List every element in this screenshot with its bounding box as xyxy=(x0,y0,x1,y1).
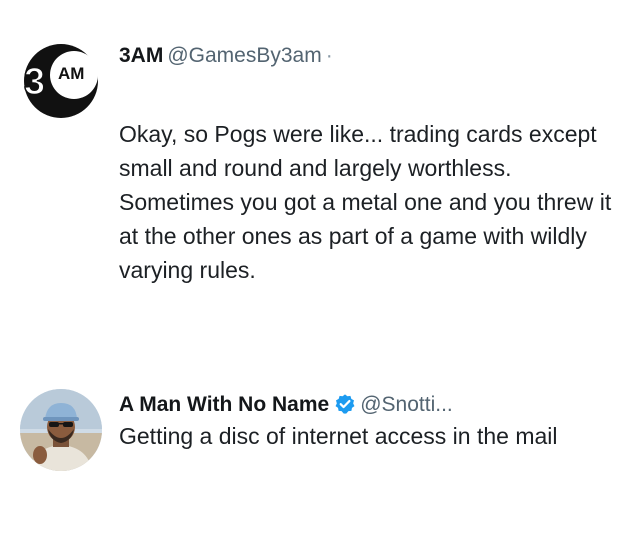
separator-dot: · xyxy=(325,44,333,67)
display-name[interactable]: 3AM xyxy=(119,44,163,67)
svg-text:AM: AM xyxy=(58,64,84,83)
display-name[interactable]: A Man With No Name xyxy=(119,393,329,416)
avatar[interactable] xyxy=(20,389,102,471)
tweet-text: Getting a disc of internet access in the… xyxy=(119,423,558,449)
user-photo-icon xyxy=(20,389,102,471)
avatar[interactable]: 3 AM xyxy=(22,42,100,120)
user-handle[interactable]: @GamesBy3am xyxy=(167,44,321,67)
tweet-text: Okay, so Pogs were like... trading cards… xyxy=(119,121,612,283)
tweet[interactable]: 3 AM 3AM @GamesBy3am · Okay, so Pogs were … xyxy=(0,0,640,330)
svg-text:3: 3 xyxy=(24,61,45,103)
3am-logo-icon: 3 AM xyxy=(23,44,98,118)
tweet-header: A Man With No Name @Snotti... xyxy=(119,392,453,418)
tweet-header: 3AM @GamesBy3am · xyxy=(119,43,333,69)
user-handle[interactable]: @Snotti... xyxy=(360,393,453,416)
verified-badge-icon xyxy=(335,394,355,414)
tweet[interactable]: A Man With No Name @Snotti... Getting a … xyxy=(0,370,640,558)
